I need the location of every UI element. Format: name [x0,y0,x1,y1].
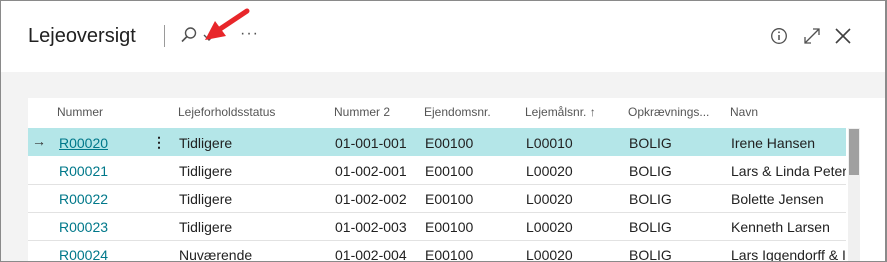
header-divider [164,25,165,47]
row-ejendomsnr: E00100 [425,135,474,151]
row-nummer-2: 01-001-001 [335,135,407,151]
row-ejendomsnr: E00100 [425,191,474,207]
row-navn: Bolette Jensen [731,191,824,207]
column-header-nummer[interactable]: Nummer [57,105,103,119]
row-number-link[interactable]: R00021 [59,163,108,179]
row-number-link[interactable]: R00022 [59,191,108,207]
row-lejemaalsnr: L00010 [526,135,573,151]
row-opkraevning: BOLIG [629,163,672,179]
column-header-ejendomsnr[interactable]: Ejendomsnr. [424,105,491,119]
expand-icon[interactable] [802,26,822,46]
red-arrow-annotation [205,8,250,40]
row-lejemaalsnr: L00020 [526,219,573,235]
row-nummer-2: 01-002-001 [335,163,407,179]
row-indicator-icon: → [32,133,46,149]
row-opkraevning: BOLIG [629,135,672,151]
row-status: Nuværende [179,247,253,261]
column-header-lejemaalsnr[interactable]: Lejemålsnr. ↑ [525,105,596,119]
row-menu-icon[interactable]: ⋮ [152,134,166,151]
page-title: Lejeoversigt [28,25,136,47]
column-header-opkraevnings[interactable]: Opkrævnings... [628,105,709,119]
row-navn: Lars & Linda Peters [731,163,846,179]
row-lejemaalsnr: L00020 [526,163,573,179]
row-opkraevning: BOLIG [629,191,672,207]
page-header: Lejeoversigt ··· [1,1,885,72]
row-navn: Irene Hansen [731,135,816,151]
row-nummer-2: 01-002-002 [335,191,407,207]
scrollbar-thumb[interactable] [849,129,859,175]
row-opkraevning: BOLIG [629,219,672,235]
row-opkraevning: BOLIG [629,247,672,261]
row-number-link[interactable]: R00020 [59,135,108,151]
column-header-nummer-2[interactable]: Nummer 2 [334,105,390,119]
info-icon[interactable] [770,27,788,45]
row-number-link[interactable]: R00024 [59,247,108,261]
row-status: Tidligere [179,219,233,235]
row-lejemaalsnr: L00020 [526,191,573,207]
row-status: Tidligere [179,163,233,179]
row-ejendomsnr: E00100 [425,163,474,179]
row-nummer-2: 01-002-004 [335,247,407,261]
page-window: Lejeoversigt ··· Nummer Lejeforholdsstat… [1,1,885,261]
row-navn: Lars Iggendorff & I [731,247,846,261]
row-lejemaalsnr: L00020 [526,247,573,261]
column-header-lejeforholdsstatus[interactable]: Lejeforholdsstatus [178,105,275,119]
row-number-link[interactable]: R00023 [59,219,108,235]
row-navn: Kenneth Larsen [731,219,830,235]
row-ejendomsnr: E00100 [425,247,474,261]
row-status: Tidligere [179,191,233,207]
row-ejendomsnr: E00100 [425,219,474,235]
row-nummer-2: 01-002-003 [335,219,407,235]
close-icon[interactable] [833,26,853,46]
row-status: Tidligere [179,135,233,151]
column-header-navn[interactable]: Navn [730,105,758,119]
